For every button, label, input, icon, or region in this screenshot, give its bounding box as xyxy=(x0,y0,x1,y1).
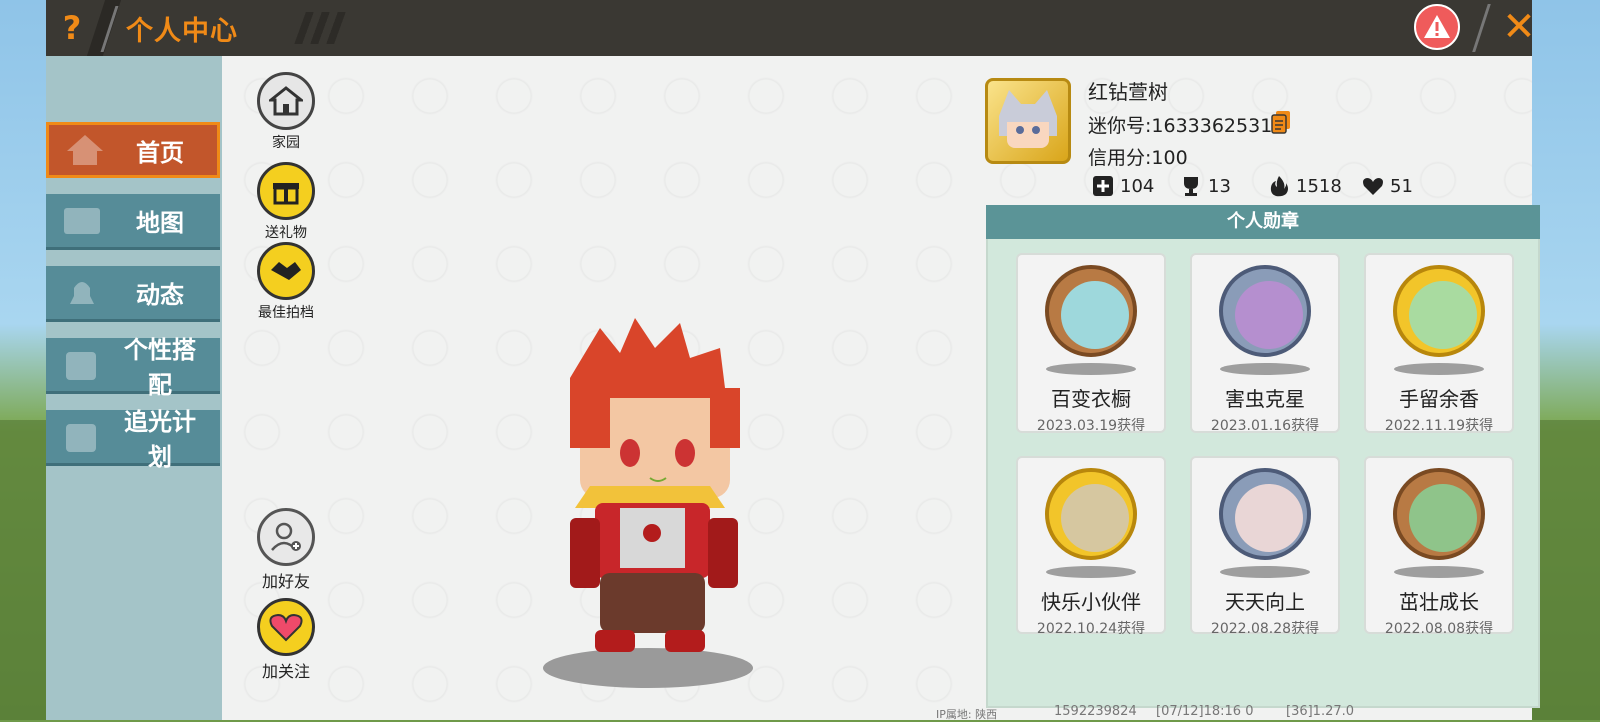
sidebar-item-feed[interactable]: 动态 xyxy=(46,266,220,322)
medal-shadow xyxy=(1046,363,1136,375)
background-terrain xyxy=(0,420,46,720)
bell-icon xyxy=(70,281,94,304)
sidebar-item-label: 首页 xyxy=(136,138,184,167)
warning-icon xyxy=(1424,15,1450,38)
top-bar xyxy=(46,0,1532,56)
house-icon xyxy=(67,135,103,165)
handshake-icon xyxy=(271,262,301,280)
report-button[interactable] xyxy=(1414,4,1460,50)
plan-icon xyxy=(66,423,96,452)
gift-icon xyxy=(273,183,299,205)
trophy-icon xyxy=(1184,177,1198,196)
badge-name: 茁壮成长 xyxy=(1399,590,1479,614)
add-friend-circle xyxy=(257,508,315,566)
badge-medal-icon xyxy=(1045,265,1137,357)
footer-version: [36]1.27.0 xyxy=(1286,704,1355,719)
home-circle xyxy=(257,72,315,130)
add-friend-action[interactable]: 加好友 xyxy=(246,508,326,592)
partner-circle xyxy=(257,242,315,300)
map-icon xyxy=(64,207,100,234)
badge-name: 害虫克星 xyxy=(1225,387,1305,411)
mini-id: 迷你号:1633362531 xyxy=(1088,115,1273,137)
badges-title: 个人勋章 xyxy=(986,205,1540,239)
badge-date: 2022.11.19获得 xyxy=(1384,418,1494,434)
badge-name: 快乐小伙伴 xyxy=(1041,590,1141,614)
badge-date: 2022.08.08获得 xyxy=(1384,621,1494,637)
sidebar-item-home[interactable]: 首页 xyxy=(46,122,220,178)
medal-shadow xyxy=(1220,363,1310,375)
stat-value: 104 xyxy=(1120,175,1155,197)
player-character[interactable] xyxy=(550,318,750,663)
add-user-icon xyxy=(271,522,301,551)
follow-action[interactable]: 加关注 xyxy=(246,598,326,682)
badge-card[interactable]: 手留余香 2022.11.19获得 xyxy=(1364,253,1514,434)
medal-shadow xyxy=(1046,566,1136,578)
badge-medal-icon xyxy=(1393,468,1485,560)
gift-label: 送礼物 xyxy=(265,225,307,241)
player-name: 红钻萱树 xyxy=(1088,80,1168,104)
badge-date: 2022.10.24获得 xyxy=(1036,621,1146,637)
plus-box-icon xyxy=(1093,176,1113,196)
medal-shadow xyxy=(1394,363,1484,375)
close-button[interactable]: ✕ xyxy=(1496,4,1542,50)
stat-likes: 104 xyxy=(1092,175,1154,197)
medal-shadow xyxy=(1394,566,1484,578)
badge-date: 2022.08.28获得 xyxy=(1210,621,1320,637)
footer-time: [07/12]18:16 0 xyxy=(1156,704,1254,719)
sidebar-item-outfit[interactable]: 个性搭配 xyxy=(46,336,220,399)
gift-action[interactable]: 送礼物 xyxy=(246,162,326,242)
badge-medal-icon xyxy=(1219,468,1311,560)
stat-trophies: 13 xyxy=(1180,175,1231,197)
badge-card[interactable]: 百变衣橱 2023.03.19获得 xyxy=(1016,253,1166,434)
avatar[interactable] xyxy=(985,78,1071,164)
follow-circle xyxy=(257,598,315,656)
badge-medal-icon xyxy=(1393,265,1485,357)
background-terrain-right xyxy=(1532,420,1600,720)
sidebar-item-label: 个性搭配 xyxy=(124,335,196,399)
sidebar-item-label: 地图 xyxy=(136,209,184,237)
stat-value: 13 xyxy=(1208,175,1231,197)
hearts-icon xyxy=(1363,178,1383,195)
house-icon xyxy=(269,86,303,116)
badge-medal-icon xyxy=(1045,468,1137,560)
gift-circle xyxy=(257,162,315,220)
badge-card[interactable]: 快乐小伙伴 2022.10.24获得 xyxy=(1016,456,1166,637)
sidebar-item-map[interactable]: 地图 xyxy=(46,194,220,250)
credit-score: 信用分:100 xyxy=(1088,147,1188,169)
copy-icon[interactable] xyxy=(1270,109,1292,135)
badge-date: 2023.03.19获得 xyxy=(1036,418,1146,434)
stat-value: 1518 xyxy=(1296,175,1342,197)
flame-icon xyxy=(1270,176,1288,197)
avatar-portrait xyxy=(999,90,1057,148)
sidebar-item-label: 追光计划 xyxy=(124,407,196,471)
medal-shadow xyxy=(1220,566,1310,578)
badge-date: 2023.01.16获得 xyxy=(1210,418,1320,434)
follow-label: 加关注 xyxy=(261,662,310,681)
badge-medal-icon xyxy=(1219,265,1311,357)
stat-value: 51 xyxy=(1390,175,1413,197)
add-friend-label: 加好友 xyxy=(261,572,310,591)
footer-uid: 1592239824 xyxy=(1054,704,1137,719)
badge-name: 天天向上 xyxy=(1225,590,1305,614)
home-label: 家园 xyxy=(272,135,300,151)
sidebar-item-chase-light[interactable]: 追光计划 xyxy=(46,408,220,471)
badge-card[interactable]: 茁壮成长 2022.08.08获得 xyxy=(1364,456,1514,637)
badge-name: 手留余香 xyxy=(1399,387,1479,411)
stat-popularity: 1518 xyxy=(1268,175,1342,197)
sidebar-item-label: 动态 xyxy=(136,281,184,309)
badge-card[interactable]: 天天向上 2022.08.28获得 xyxy=(1190,456,1340,637)
help-button[interactable]: ? xyxy=(52,8,92,48)
stat-fans: 51 xyxy=(1362,175,1413,197)
badge-name: 百变衣橱 xyxy=(1051,387,1131,411)
partner-label: 最佳拍档 xyxy=(258,305,314,321)
home-action[interactable]: 家园 xyxy=(246,72,326,152)
partner-action[interactable]: 最佳拍档 xyxy=(246,242,326,322)
heart-icon xyxy=(269,613,303,642)
outfit-icon xyxy=(66,351,96,380)
badge-card[interactable]: 害虫克星 2023.01.16获得 xyxy=(1190,253,1340,434)
page-title: 个人中心 xyxy=(126,16,238,47)
